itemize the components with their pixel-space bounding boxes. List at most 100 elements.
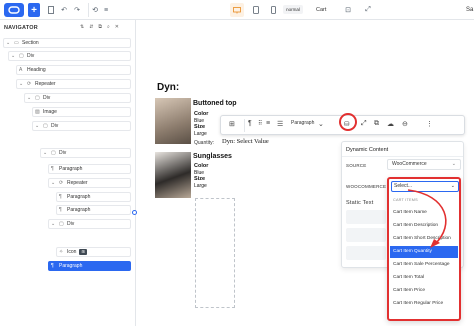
chevron-down-icon[interactable]: ⌄ [318,120,324,128]
link-icon [8,6,20,14]
collapse-icon[interactable]: ⇅ [80,24,84,30]
tree-item-heading[interactable]: A Heading [16,65,131,75]
product-title[interactable]: Buttoned top [193,100,237,107]
undo-icon[interactable]: ↶ [59,3,69,17]
resize-icon[interactable]: ⤢ [362,3,374,17]
mobile-device-button[interactable] [266,3,280,17]
page-name[interactable]: Cart [316,3,326,17]
align-icon[interactable]: ≡ [266,120,270,127]
tree-item-div[interactable]: ⌄ ▢ Div [48,219,131,229]
chevron-down-icon[interactable]: ⌄ [51,221,56,227]
structure-icon[interactable]: ≡ [101,3,111,17]
desktop-icon [233,6,241,13]
tree-item-div[interactable]: ⌄ ▢ Div [40,148,131,158]
chevron-down-icon[interactable]: ⌄ [43,150,48,156]
copy-icon[interactable]: ⧉ [374,120,379,128]
tree-item-icon[interactable]: ✧ Icon ⊞ [56,247,131,257]
desktop-device-button[interactable] [230,3,244,17]
chevron-down-icon[interactable]: ⌄ [27,95,32,101]
main-menu-button[interactable] [4,3,24,17]
dropdown-option-highlighted[interactable]: Cart Item Quantity [390,246,458,258]
div-icon: ▢ [51,150,56,156]
close-icon[interactable]: ✕ [115,24,119,30]
div-icon: ▢ [43,123,48,129]
chevron-down-icon[interactable]: ⌄ [19,81,24,87]
source-select[interactable]: WooCommerce ⌄ [387,159,461,170]
search-icon[interactable]: ⌕ [107,24,110,30]
tree-item-paragraph[interactable]: ¶ Paragraph [56,192,131,202]
woocommerce-select-input[interactable]: Select... ⌄ [391,181,459,192]
element-type-label[interactable]: Paragraph [291,120,314,126]
history-icon[interactable]: ⟲ [90,3,100,17]
static-text-field[interactable] [346,210,386,224]
div-icon: ▢ [19,53,24,59]
static-text-field[interactable] [346,246,386,260]
dropdown-group-label: CART ITEMS [393,198,418,202]
editor-app: + ↶ ↷ ⟲ ≡ normal Cart ⊡ ⤢ Sa NAVIGATOR ⇅… [0,0,474,326]
layout-icon[interactable]: ☰ [277,120,283,128]
paragraph-icon: ¶ [59,194,62,200]
add-element-button[interactable]: + [28,3,40,17]
tree-item-div[interactable]: ⌄ ▢ Div [8,51,131,61]
dropdown-option[interactable]: Cart Item Sale Percentage [390,259,458,271]
dropdown-option[interactable]: Cart Item Price [390,285,458,297]
redo-icon[interactable]: ↷ [72,3,82,17]
tree-item-div[interactable]: ⌄ ▢ Div [24,93,131,103]
top-toolbar: + ↶ ↷ ⟲ ≡ normal Cart ⊡ ⤢ Sa [0,0,474,20]
tree-item-image[interactable]: ▨ Image [32,107,131,117]
tablet-device-button[interactable] [249,3,263,17]
static-text-field[interactable] [346,228,386,242]
more-icon[interactable]: ⋮ [426,120,433,128]
link-icon[interactable]: ⤢ [361,120,367,128]
popout-icon[interactable]: ⧉ [98,24,102,30]
chevron-down-icon[interactable]: ⌄ [51,180,56,186]
template-icon[interactable]: ⊡ [342,3,354,17]
tree-item-section[interactable]: ⌄ ▭ Section [3,38,131,48]
dropdown-option[interactable]: Cart Item Name [390,207,458,219]
toolbar-divider [88,3,89,17]
breakpoint-badge[interactable]: normal [283,5,303,14]
navigator-tools: ⇅ ⇵ ⧉ ⌕ ✕ [80,24,119,30]
save-button[interactable]: Sa [466,3,473,17]
dropdown-option[interactable]: Cart Item Short Description [390,233,458,245]
div-icon: ▢ [59,221,64,227]
canvas-heading[interactable]: Dyn: [157,82,179,93]
section-icon: ▭ [14,40,19,46]
dropdown-option[interactable]: Cart Item Regular Price [390,298,458,310]
chevron-down-icon[interactable]: ⌄ [6,40,11,46]
repeater-icon: ⟳ [59,180,64,186]
tree-item-div[interactable]: ⌄ ▢ Div [32,121,131,131]
drag-icon[interactable]: ⠿ [258,120,262,127]
tree-item-repeater[interactable]: ⌄ ⟳ Repeater [48,178,131,188]
image-icon: ▨ [35,109,40,115]
expand-icon[interactable]: ⇵ [89,24,93,30]
size-label: Size [194,124,206,130]
paragraph-icon[interactable]: ¶ [248,120,252,127]
quantity-value[interactable]: Dyn: Select Value [222,138,269,145]
navigator-title: NAVIGATOR [4,25,38,31]
source-label: SOURCE [346,163,367,168]
cloud-icon[interactable]: ☁ [387,120,394,128]
empty-placeholder [195,198,235,308]
dropdown-option[interactable]: Cart Item Description [390,220,458,232]
product-title[interactable]: Sunglasses [193,153,232,160]
chevron-down-icon[interactable]: ⌄ [35,123,40,129]
grid-icon[interactable]: ⊞ [229,120,235,128]
product-image[interactable] [155,98,191,144]
product-image[interactable] [155,152,191,198]
page-icon[interactable] [46,3,56,17]
chevron-down-icon[interactable]: ⌄ [11,53,16,59]
tree-item-paragraph-selected[interactable]: ¶ Paragraph [48,261,131,271]
size-value: Large [194,183,207,189]
panel-title: Dynamic Content [346,147,389,153]
tree-item-paragraph[interactable]: ¶ Paragraph [48,164,131,174]
toolbar-divider [244,119,245,132]
navigator-panel: NAVIGATOR ⇅ ⇵ ⧉ ⌕ ✕ ⌄ ▭ Section ⌄ ▢ Div A Hea… [0,20,137,326]
panel-divider [342,156,463,157]
delete-icon[interactable]: ⊖ [402,120,408,128]
size-label: Size [194,176,206,182]
tree-item-paragraph[interactable]: ¶ Paragraph [56,205,131,215]
tree-item-repeater[interactable]: ⌄ ⟳ Repeater [16,79,131,89]
dropdown-option[interactable]: Cart Item Total [390,272,458,284]
tablet-icon [253,6,259,14]
